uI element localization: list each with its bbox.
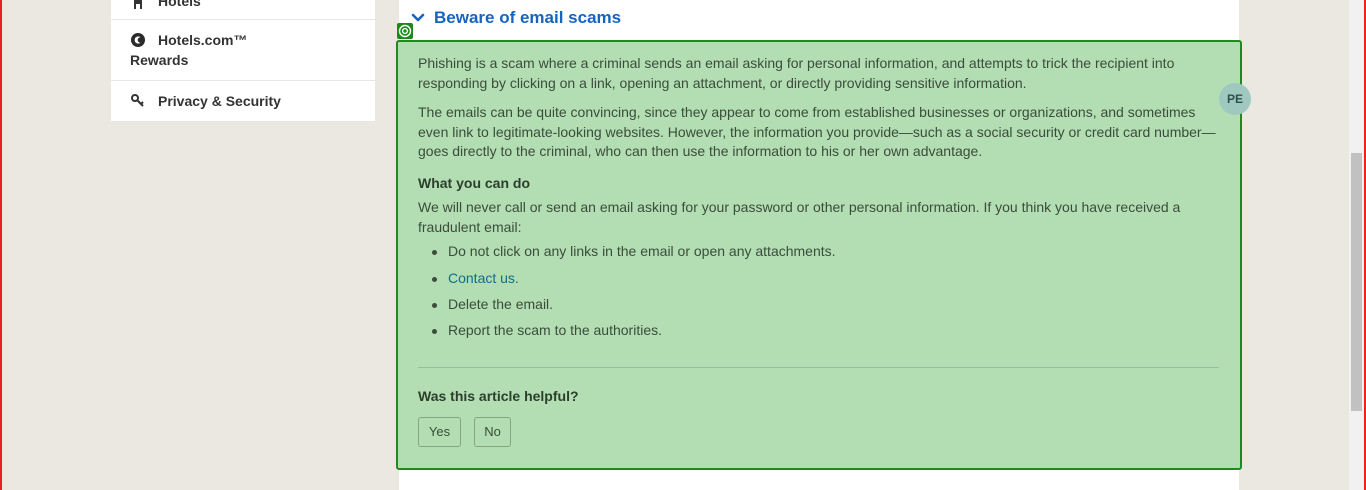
divider — [418, 367, 1219, 368]
sidebar-item-label: Hotels.com™ — [158, 32, 248, 48]
bullet-icon — [432, 250, 437, 255]
sidebar-item-label: Hotels — [158, 0, 201, 9]
sidebar-item-rewards[interactable]: Hotels.com™ Rewards — [111, 20, 375, 81]
hotel-icon — [131, 0, 145, 10]
no-button[interactable]: No — [474, 417, 511, 447]
sidebar-item-label: Privacy & Security — [158, 93, 281, 109]
rewards-icon — [131, 33, 145, 47]
bullet-icon — [432, 303, 437, 308]
article-paragraph: We will never call or send an email aski… — [418, 199, 1181, 235]
article-paragraph: Phishing is a scam where a criminal send… — [418, 55, 1175, 91]
scrollbar-thumb[interactable] — [1351, 153, 1362, 411]
list-item-text: Do not click on any links in the email o… — [448, 243, 836, 259]
article-title: Beware of email scams — [434, 8, 622, 27]
bullet-icon — [432, 329, 437, 334]
target-icon — [397, 23, 413, 39]
list-item-text: Delete the email. — [448, 296, 554, 312]
sidebar-item-hotels[interactable]: Hotels — [111, 0, 375, 20]
help-sidebar: Hotels Hotels.com™ Rewards Privacy & Sec… — [111, 0, 375, 121]
window-frame-left — [0, 0, 2, 490]
section-heading: What you can do — [418, 175, 530, 191]
yes-button[interactable]: Yes — [418, 417, 461, 447]
article-paragraph: The emails can be quite convincing, sinc… — [418, 104, 1216, 159]
key-icon — [131, 94, 145, 108]
contact-us-link[interactable]: Contact us. — [448, 269, 519, 289]
avatar[interactable]: PE — [1219, 83, 1251, 115]
sidebar-item-label-continued: Rewards — [130, 52, 189, 68]
chevron-down-icon — [411, 11, 425, 25]
list-item-text: Report the scam to the authorities. — [448, 322, 662, 338]
sidebar-item-privacy-security[interactable]: Privacy & Security — [111, 81, 375, 121]
feedback-question: Was this article helpful? — [418, 388, 579, 404]
bullet-icon — [432, 277, 437, 282]
